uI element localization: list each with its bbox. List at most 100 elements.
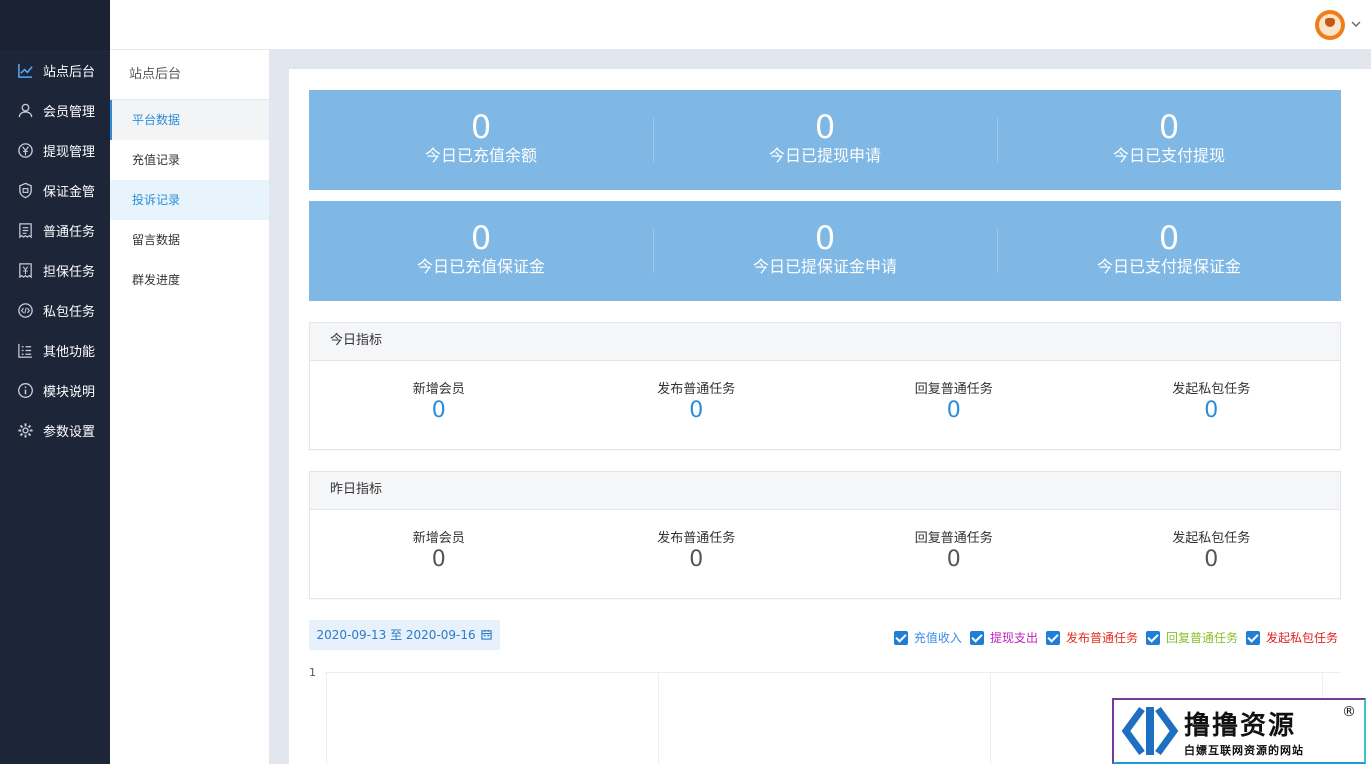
watermark-logo: 撸撸资源 白嫖互联网资源的网站 ®	[1112, 698, 1366, 764]
panel-title: 今日指标	[310, 323, 1340, 361]
indicator-label: 回复普通任务	[914, 382, 993, 397]
sidebar-item-label: 站点后台	[43, 64, 96, 80]
gear-icon	[16, 421, 34, 439]
stat-card: 0 今日已支付提现	[997, 90, 1341, 190]
checkbox-checked-icon[interactable]	[1045, 630, 1060, 645]
sidebar-item-other[interactable]: 其他功能	[0, 330, 110, 370]
sidebar-item-deposit[interactable]: 保证金管	[0, 170, 110, 210]
stat-value: 0	[814, 219, 836, 257]
sidebar-item-site-backend[interactable]: 站点后台	[0, 50, 110, 90]
stat-label: 今日已充值余额	[424, 146, 537, 165]
legend-recharge-income[interactable]: 充值收入	[893, 629, 962, 646]
legend-label: 发布普通任务	[1065, 631, 1138, 645]
indicator-item: 回复普通任务 0	[825, 531, 1083, 573]
sidebar-item-settings[interactable]: 参数设置	[0, 410, 110, 450]
legend-label: 发起私包任务	[1265, 631, 1338, 645]
sidebar-item-label: 会员管理	[43, 104, 96, 120]
list-icon	[16, 341, 34, 359]
indicator-label: 发起私包任务	[1172, 382, 1251, 397]
chart-gridline	[658, 672, 659, 764]
sidebar-item-label: 其他功能	[43, 344, 96, 360]
date-range-label: 2020-09-13 至 2020-09-16	[316, 628, 476, 642]
indicator-value: 0	[689, 398, 704, 423]
submenu-item-platform-data[interactable]: 平台数据	[110, 100, 269, 140]
avatar[interactable]	[1315, 10, 1345, 40]
top-header	[110, 0, 1371, 50]
chart-legend: 充值收入 提现支出 发布普通任务 回复普通任务 发起私包任务	[886, 629, 1338, 646]
sidebar-item-members[interactable]: 会员管理	[0, 90, 110, 130]
indicator-item: 发起私包任务 0	[1083, 531, 1341, 573]
stat-card: 0 今日已支付提保证金	[997, 201, 1341, 301]
indicator-label: 发布普通任务	[657, 531, 736, 546]
indicator-value: 0	[946, 547, 961, 572]
stat-panel-today-money: 0 今日已充值余额 0 今日已提现申请 0 今日已支付提现	[309, 90, 1341, 190]
checkbox-checked-icon[interactable]	[1145, 630, 1160, 645]
checkbox-checked-icon[interactable]	[893, 630, 908, 645]
stat-value: 0	[470, 108, 492, 146]
indicator-value: 0	[1204, 547, 1219, 572]
stat-value: 0	[814, 108, 836, 146]
calendar-icon	[481, 629, 493, 640]
sidebar-item-modules[interactable]: 模块说明	[0, 370, 110, 410]
chart-gridline	[325, 672, 1341, 673]
shield-icon	[16, 181, 34, 199]
legend-label: 充值收入	[913, 631, 962, 645]
avatar-image	[1319, 14, 1341, 36]
sidebar-item-private-task[interactable]: 私包任务	[0, 290, 110, 330]
checkbox-checked-icon[interactable]	[1245, 630, 1260, 645]
chart-gridline	[990, 672, 991, 764]
submenu-item-broadcast-progress[interactable]: 群发进度	[110, 260, 269, 300]
indicator-label: 回复普通任务	[914, 531, 993, 546]
stat-label: 今日已支付提保证金	[1096, 257, 1241, 276]
stat-card: 0 今日已提保证金申请	[653, 201, 997, 301]
submenu-item-complaint-records[interactable]: 投诉记录	[110, 180, 269, 220]
stat-card: 0 今日已充值保证金	[309, 201, 653, 301]
indicator-item: 新增会员 0	[310, 531, 568, 573]
guarantee-icon	[16, 261, 34, 279]
sidebar-item-normal-task[interactable]: 普通任务	[0, 210, 110, 250]
stat-value: 0	[1158, 108, 1180, 146]
indicator-value: 0	[431, 547, 446, 572]
stat-label: 今日已提保证金申请	[752, 257, 897, 276]
watermark-emblem-icon	[1121, 706, 1179, 756]
legend-label: 回复普通任务	[1165, 631, 1238, 645]
date-range-picker[interactable]: 2020-09-13 至 2020-09-16	[309, 620, 500, 650]
submenu-item-recharge-records[interactable]: 充值记录	[110, 140, 269, 180]
stat-label: 今日已提现申请	[768, 146, 881, 165]
legend-label: 提现支出	[989, 631, 1038, 645]
yen-icon	[16, 141, 34, 159]
indicator-value: 0	[689, 547, 704, 572]
indicator-value: 0	[1204, 398, 1219, 423]
indicator-value: 0	[431, 398, 446, 423]
stat-panel-today-deposit: 0 今日已充值保证金 0 今日已提保证金申请 0 今日已支付提保证金	[309, 201, 1341, 301]
sidebar-item-label: 私包任务	[43, 304, 96, 320]
sidebar-item-guarantee-task[interactable]: 担保任务	[0, 250, 110, 290]
sidebar-item-withdraw[interactable]: 提现管理	[0, 130, 110, 170]
legend-withdraw-expense[interactable]: 提现支出	[969, 629, 1038, 646]
submenu-item-message-data[interactable]: 留言数据	[110, 220, 269, 260]
code-icon	[16, 301, 34, 319]
indicator-item: 回复普通任务 0	[825, 382, 1083, 424]
user-icon	[16, 101, 34, 119]
sidebar-item-label: 普通任务	[43, 224, 96, 240]
indicator-label: 新增会员	[412, 382, 465, 397]
sidebar-item-label: 担保任务	[43, 264, 96, 280]
stat-value: 0	[470, 219, 492, 257]
legend-publish-normal-task[interactable]: 发布普通任务	[1045, 629, 1138, 646]
checkbox-checked-icon[interactable]	[969, 630, 984, 645]
info-icon	[16, 381, 34, 399]
indicator-item: 发布普通任务 0	[568, 382, 826, 424]
submenu-panel: 站点后台 平台数据 充值记录 投诉记录 留言数据 群发进度	[110, 50, 269, 764]
sidebar-item-label: 模块说明	[43, 384, 96, 400]
legend-private-task[interactable]: 发起私包任务	[1245, 629, 1338, 646]
sidebar-logo-area	[0, 0, 110, 50]
chevron-down-icon[interactable]	[1349, 17, 1363, 31]
stat-label: 今日已充值保证金	[416, 257, 545, 276]
stat-value: 0	[1158, 219, 1180, 257]
legend-reply-normal-task[interactable]: 回复普通任务	[1145, 629, 1238, 646]
receipt-icon	[16, 221, 34, 239]
yesterday-indicators-panel: 昨日指标 新增会员 0 发布普通任务 0 回复普通任务 0 发起私包任务 0	[309, 471, 1341, 599]
sidebar-item-label: 提现管理	[43, 144, 96, 160]
stat-label: 今日已支付提现	[1112, 146, 1225, 165]
indicator-value: 0	[946, 398, 961, 423]
